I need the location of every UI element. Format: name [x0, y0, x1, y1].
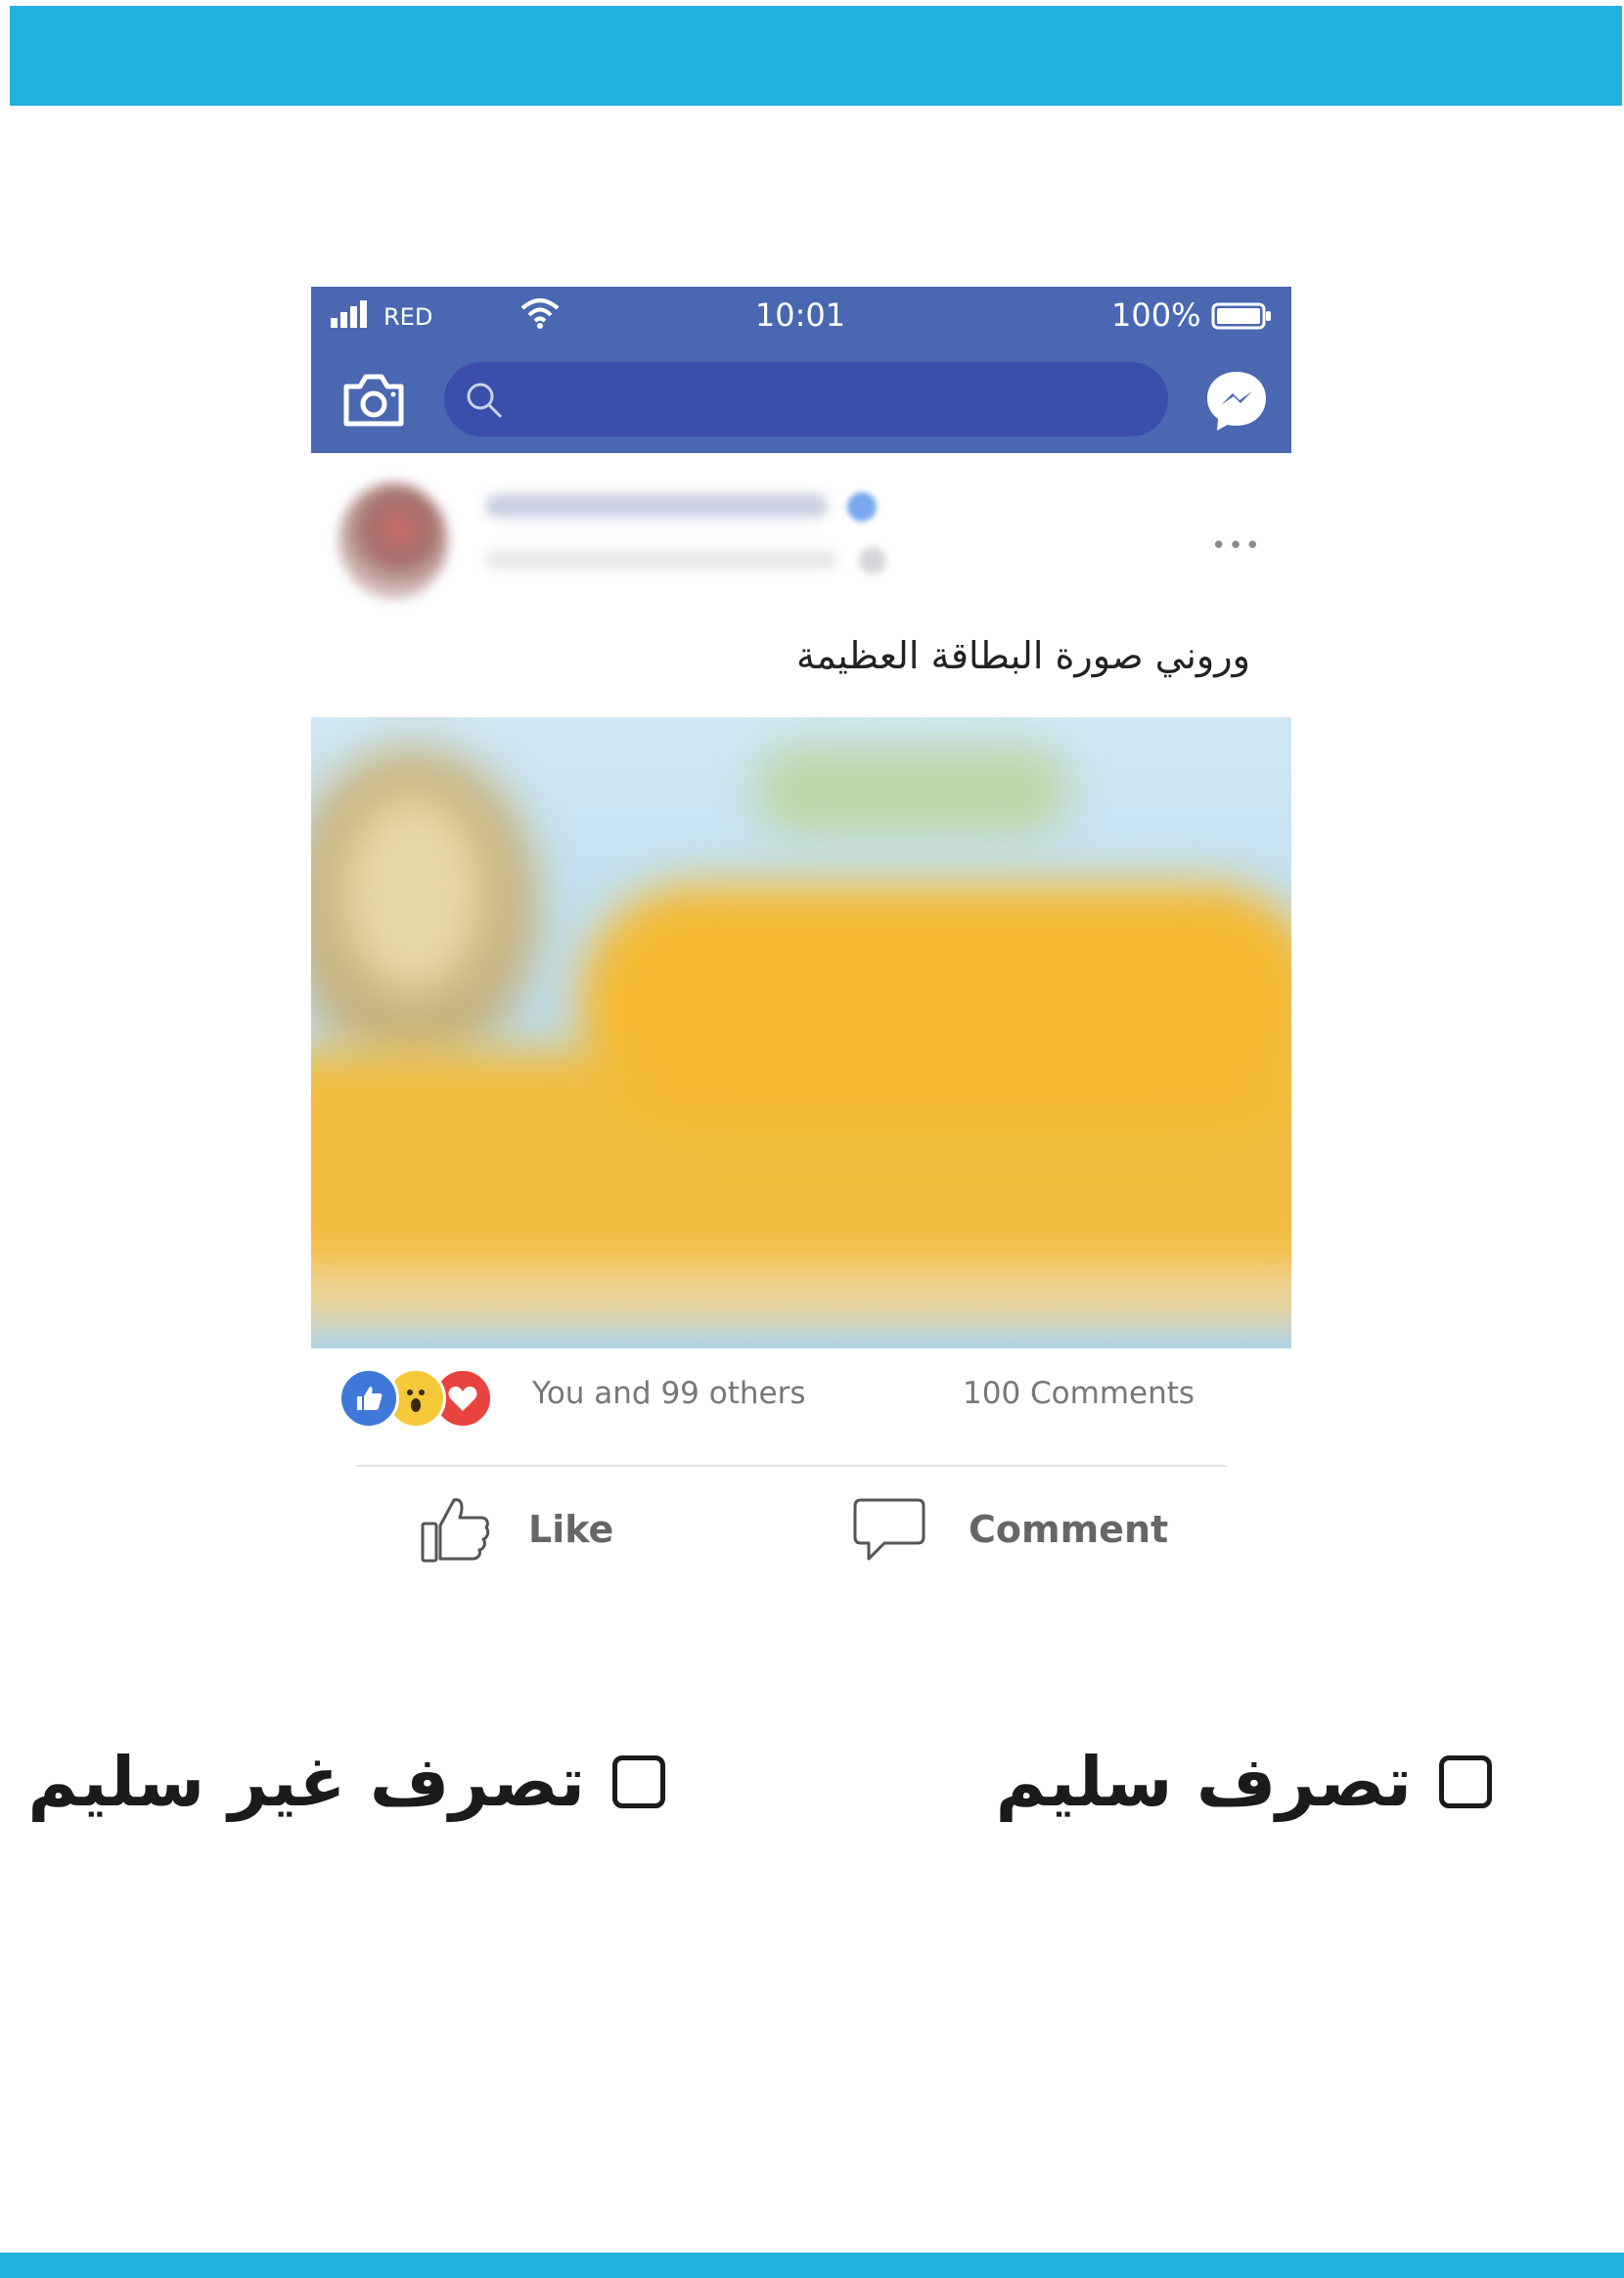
privacy-icon — [859, 547, 886, 574]
thumbs-up-icon — [421, 1498, 490, 1563]
image-face-area — [344, 796, 481, 991]
image-yellow-shape — [579, 884, 1291, 1128]
comment-label: Comment — [969, 1508, 1169, 1551]
clock: 10:01 — [754, 296, 846, 334]
post-header: ••• — [311, 453, 1291, 600]
post-text: وروني صورة البطاقة العظيمة — [795, 634, 1250, 677]
battery-percentage: 100% — [1111, 296, 1201, 334]
post-timestamp-blurred — [485, 551, 837, 569]
option-incorrect-behavior[interactable]: تصرف غير سليم — [27, 1742, 665, 1830]
comment-bubble-icon — [853, 1498, 925, 1561]
camera-icon[interactable] — [340, 371, 407, 430]
checkbox-correct-behavior[interactable] — [1439, 1755, 1492, 1808]
divider — [356, 1465, 1227, 1467]
option-label-correct: تصرف سليم — [995, 1742, 1412, 1822]
facebook-post-mockup: RED 10:01 100% ••• وروني صورة البطاقة ال… — [311, 287, 1291, 1603]
like-reaction-icon — [338, 1368, 399, 1429]
battery-icon — [1211, 302, 1271, 330]
app-bar — [311, 347, 1291, 453]
top-accent-band — [10, 6, 1622, 106]
signal-icon — [331, 300, 367, 328]
option-label-incorrect: تصرف غير سليم — [27, 1742, 585, 1822]
comments-count[interactable]: 100 Comments — [963, 1376, 1195, 1411]
like-button[interactable]: Like — [419, 1492, 654, 1571]
reactions-row: You and 99 others 100 Comments — [311, 1348, 1291, 1458]
option-correct-behavior[interactable]: تصرف سليم — [996, 1742, 1492, 1830]
post-image-blurred-id-card[interactable] — [311, 717, 1291, 1348]
status-bar: RED 10:01 100% — [311, 287, 1291, 347]
avatar[interactable] — [338, 482, 448, 600]
bottom-accent-band — [0, 2253, 1624, 2278]
checkbox-incorrect-behavior[interactable] — [612, 1755, 665, 1808]
carrier-label: RED — [383, 303, 433, 331]
wifi-icon — [520, 298, 560, 329]
verified-badge-icon — [847, 492, 877, 522]
image-bottom-strip — [311, 1265, 1291, 1324]
more-options-icon[interactable]: ••• — [1211, 531, 1262, 561]
like-label: Like — [528, 1508, 614, 1551]
image-top-emblem — [755, 747, 1068, 835]
search-input[interactable] — [444, 362, 1168, 436]
author-name-blurred[interactable] — [485, 494, 828, 518]
reactions-count[interactable]: You and 99 others — [532, 1376, 806, 1411]
search-icon — [467, 383, 503, 419]
messenger-icon[interactable] — [1203, 368, 1270, 434]
comment-button[interactable]: Comment — [853, 1492, 1244, 1571]
